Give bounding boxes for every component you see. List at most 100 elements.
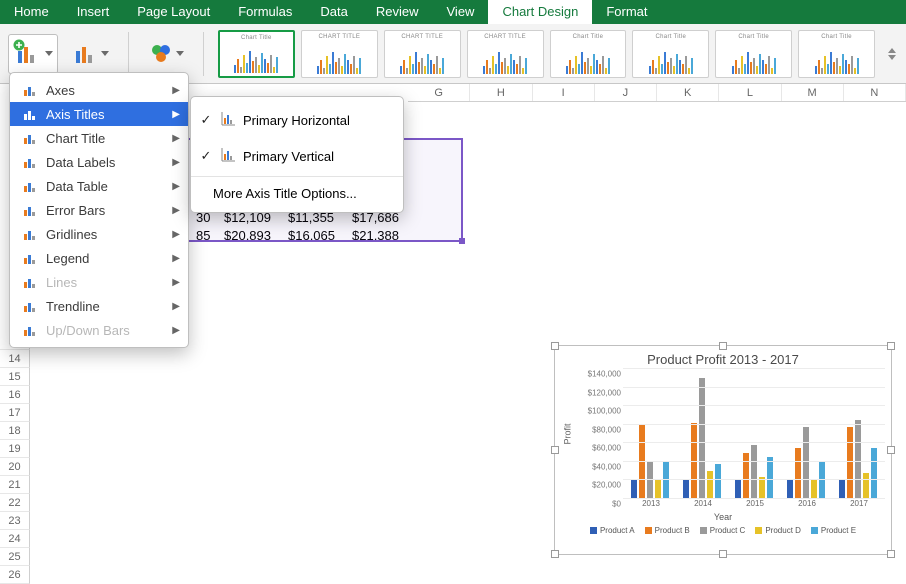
x-axis-label[interactable]: Year [555, 511, 891, 522]
ribbon-tab-view[interactable]: View [433, 0, 489, 24]
gallery-scroll[interactable] [885, 48, 898, 60]
submenu-item-primary-vertical[interactable]: ✓Primary Vertical [191, 138, 403, 174]
menu-item-chart-title[interactable]: Chart Title▶ [10, 126, 188, 150]
x-tick-label: 2016 [798, 499, 816, 508]
column-header[interactable]: K [657, 84, 719, 101]
menu-item-label: Trendline [46, 299, 100, 314]
menu-item-label: Up/Down Bars [46, 323, 130, 338]
row-header[interactable]: 24 [0, 530, 30, 548]
x-tick-label: 2014 [694, 499, 712, 508]
ribbon-tab-formulas[interactable]: Formulas [224, 0, 306, 24]
chart-style-thumb[interactable]: Chart Title [715, 30, 792, 78]
column-header[interactable]: L [719, 84, 781, 101]
chevron-right-icon: ▶ [172, 85, 180, 96]
row-header[interactable]: 26 [0, 566, 30, 584]
column-header[interactable]: H [470, 84, 532, 101]
chart-style-thumb[interactable]: CHART TITLE [301, 30, 378, 78]
column-header[interactable]: I [533, 84, 595, 101]
chart-element-icon [22, 275, 38, 289]
row-header[interactable]: 17 [0, 404, 30, 422]
chevron-right-icon: ▶ [172, 301, 180, 312]
chevron-right-icon: ▶ [172, 205, 180, 216]
chart-style-thumb[interactable]: Chart Title [632, 30, 709, 78]
chart-legend[interactable]: Product AProduct BProduct CProduct DProd… [555, 522, 891, 539]
chart-style-gallery: Chart TitleCHART TITLECHART TITLECHART T… [218, 30, 875, 78]
ribbon-tab-review[interactable]: Review [362, 0, 433, 24]
chart-element-icon [22, 107, 38, 121]
column-header[interactable]: N [844, 84, 906, 101]
ribbon-tab-chart-design[interactable]: Chart Design [488, 0, 592, 24]
chart-bar [715, 464, 721, 499]
chart-style-thumb[interactable]: Chart Title [798, 30, 875, 78]
chart-element-icon [22, 251, 38, 265]
chevron-right-icon: ▶ [172, 229, 180, 240]
menu-item-legend[interactable]: Legend▶ [10, 246, 188, 270]
divider [128, 32, 129, 76]
table-row: 85 $20,893 $16,065 $21,388 [196, 228, 416, 243]
menu-item-axis-titles[interactable]: Axis Titles▶ [10, 102, 188, 126]
row-header[interactable]: 16 [0, 386, 30, 404]
embedded-chart[interactable]: Product Profit 2013 - 2017 Profit $0$20,… [554, 345, 892, 555]
chart-element-icon [22, 203, 38, 217]
ribbon-tab-data[interactable]: Data [306, 0, 361, 24]
legend-item: Product D [755, 526, 801, 535]
submenu-item-label: More Axis Title Options... [199, 186, 357, 201]
chart-style-thumb[interactable]: CHART TITLE [384, 30, 461, 78]
row-header[interactable]: 14 [0, 350, 30, 368]
chart-element-icon [22, 299, 38, 313]
column-header[interactable]: M [782, 84, 844, 101]
menu-item-data-labels[interactable]: Data Labels▶ [10, 150, 188, 174]
menu-item-label: Axes [46, 83, 75, 98]
chart-element-icon [22, 131, 38, 145]
axis-title-icon [219, 110, 237, 131]
column-header[interactable]: J [595, 84, 657, 101]
add-chart-element-button[interactable] [8, 34, 58, 74]
y-tick-label: $60,000 [585, 444, 623, 453]
row-header[interactable]: 19 [0, 440, 30, 458]
quick-layout-button[interactable] [68, 34, 114, 74]
submenu-item-more-options[interactable]: More Axis Title Options... [191, 179, 403, 207]
chart-bar [767, 457, 773, 499]
chart-style-thumb[interactable]: Chart Title [218, 30, 295, 78]
row-header[interactable]: 23 [0, 512, 30, 530]
chart-bar [839, 480, 845, 500]
chart-bar [871, 448, 877, 499]
chart-bar [655, 479, 661, 499]
ribbon-tab-insert[interactable]: Insert [63, 0, 124, 24]
chevron-down-icon [176, 51, 184, 56]
cell-value: 85 [196, 228, 224, 243]
chevron-down-icon [45, 51, 53, 56]
chevron-right-icon: ▶ [172, 253, 180, 264]
row-header[interactable]: 15 [0, 368, 30, 386]
chart-bar [751, 445, 757, 499]
change-colors-button[interactable] [143, 34, 189, 74]
chevron-right-icon: ▶ [172, 277, 180, 288]
chart-plot-area: Profit $0$20,000$40,000$60,000$80,000$10… [585, 369, 885, 499]
submenu-item-primary-horizontal[interactable]: ✓Primary Horizontal [191, 102, 403, 138]
ribbon-tab-page-layout[interactable]: Page Layout [123, 0, 224, 24]
chart-style-thumb[interactable]: CHART TITLE [467, 30, 544, 78]
ribbon-tab-format[interactable]: Format [592, 0, 661, 24]
row-header[interactable]: 20 [0, 458, 30, 476]
chart-bar [863, 473, 869, 499]
row-header[interactable]: 25 [0, 548, 30, 566]
chart-bar [855, 420, 861, 499]
ribbon-tab-home[interactable]: Home [0, 0, 63, 24]
chevron-right-icon: ▶ [172, 325, 180, 336]
menu-item-label: Axis Titles [46, 107, 105, 122]
column-header[interactable]: G [408, 84, 470, 101]
chart-element-icon [22, 179, 38, 193]
chart-style-thumb[interactable]: Chart Title [550, 30, 627, 78]
menu-item-gridlines[interactable]: Gridlines ▶ [10, 222, 188, 246]
row-header[interactable]: 22 [0, 494, 30, 512]
menu-item-label: Gridlines [46, 227, 97, 242]
menu-item-axes[interactable]: Axes ▶ [10, 78, 188, 102]
menu-item-trendline[interactable]: Trendline ▶ [10, 294, 188, 318]
menu-item-up-down-bars: Up/Down Bars ▶ [10, 318, 188, 342]
row-header[interactable]: 21 [0, 476, 30, 494]
menu-item-error-bars[interactable]: Error Bars▶ [10, 198, 188, 222]
add-chart-element-menu: Axes▶Axis Titles▶Chart Title▶Data Labels… [9, 72, 189, 348]
row-header[interactable]: 18 [0, 422, 30, 440]
menu-item-data-table[interactable]: Data Table▶ [10, 174, 188, 198]
y-axis-label[interactable]: Profit [563, 423, 573, 444]
